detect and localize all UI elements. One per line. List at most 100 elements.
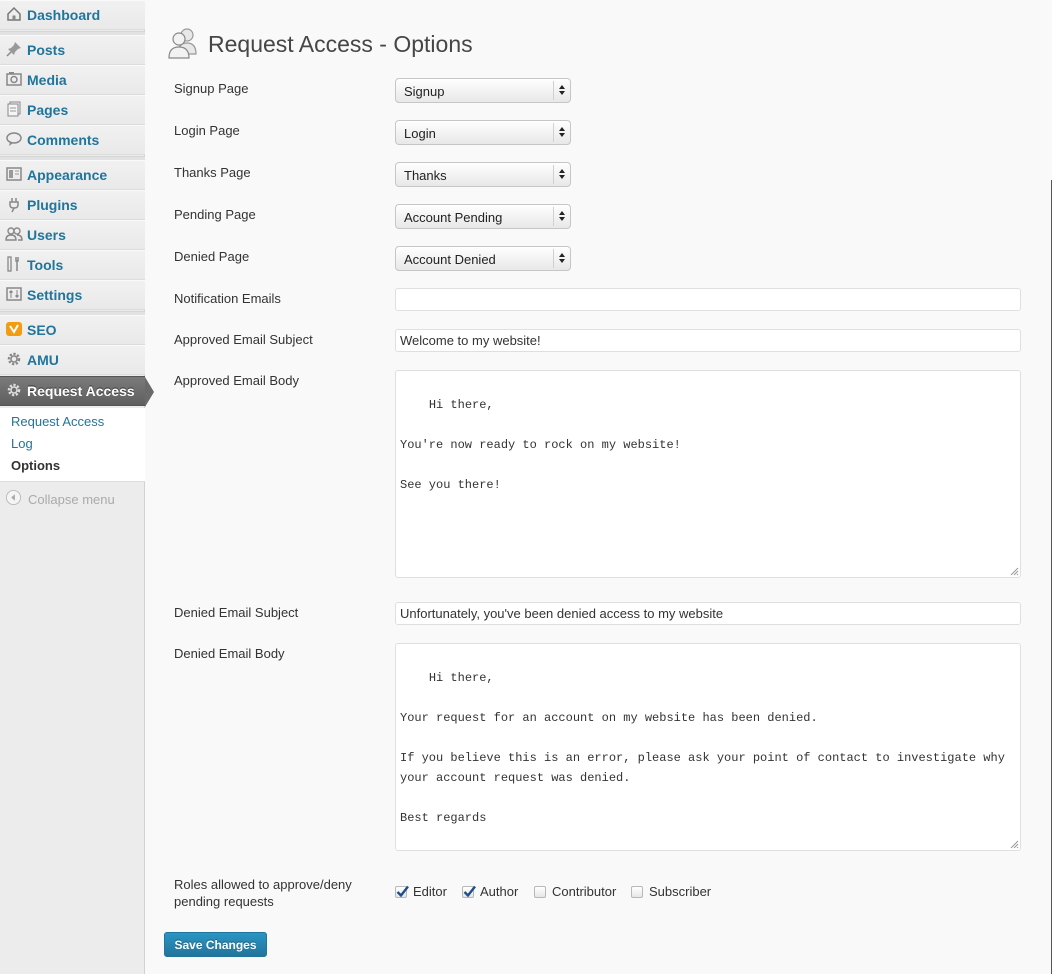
checkbox[interactable] [462, 885, 476, 898]
select-value: Login [404, 126, 436, 141]
menu-label: Posts [27, 42, 66, 58]
menu-item-settings[interactable]: Settings [0, 280, 145, 310]
denied-subject-label: Denied Email Subject [174, 605, 299, 620]
menu-item-plugins[interactable]: Plugins [0, 190, 145, 220]
checkbox-label: Subscriber [649, 884, 712, 899]
appearance-icon [5, 165, 23, 186]
menu-label: Plugins [27, 197, 78, 213]
menu-label: AMU [27, 352, 59, 368]
roles-label-line-2: pending requests [174, 894, 274, 909]
resize-grip-icon[interactable] [1010, 567, 1019, 576]
menu-item-dashboard[interactable]: Dashboard [0, 0, 145, 30]
denied-body-label: Denied Email Body [174, 646, 285, 661]
login-page-label: Login Page [174, 123, 240, 138]
thanks-page-select[interactable]: Thanks [395, 162, 571, 187]
signup-page-select[interactable]: Signup [395, 78, 571, 103]
approved-body-textarea[interactable]: Hi there, You're now ready to rock on my… [395, 370, 1021, 578]
checkbox[interactable] [395, 885, 409, 898]
textarea-content: Hi there, Your request for an account on… [400, 671, 1005, 825]
select-divider [553, 81, 554, 100]
submenu-item-options[interactable]: Options [11, 458, 60, 473]
select-divider [553, 123, 554, 142]
menu-label: Request Access [27, 383, 135, 399]
select-arrows-icon [559, 211, 565, 221]
select-arrows-icon [559, 253, 565, 263]
menu-label: Media [27, 72, 67, 88]
menu-label: SEO [27, 322, 57, 338]
resize-grip-icon[interactable] [1010, 840, 1019, 849]
menu-label: Tools [27, 257, 64, 273]
select-divider [553, 165, 554, 184]
notification-emails-label: Notification Emails [174, 291, 281, 306]
admin-sidebar: Dashboard Posts Media Pages Comments App… [0, 0, 154, 974]
select-arrows-icon [559, 169, 565, 179]
select-value: Signup [404, 84, 445, 99]
plug-icon [5, 195, 23, 216]
menu-item-comments[interactable]: Comments [0, 125, 145, 155]
denied-body-textarea[interactable]: Hi there, Your request for an account on… [395, 643, 1021, 851]
checkmark-icon [396, 885, 409, 897]
menu-item-amu[interactable]: AMU [0, 345, 145, 375]
menu-label: Settings [27, 287, 83, 303]
menu-item-seo[interactable]: SEO [0, 315, 145, 345]
pending-page-select[interactable]: Account Pending [395, 204, 571, 229]
role-checkbox-contributor[interactable]: Contributor [534, 884, 616, 899]
roles-label: Roles allowed to approve/deny pending re… [174, 876, 352, 910]
signup-page-label: Signup Page [174, 81, 249, 96]
approved-body-label: Approved Email Body [174, 373, 300, 388]
gear-icon [5, 381, 23, 402]
collapse-menu-button[interactable]: Collapse menu [5, 489, 115, 509]
login-page-select[interactable]: Login [395, 120, 571, 145]
menu-item-request-access[interactable]: Request Access [0, 376, 154, 407]
menu-item-pages[interactable]: Pages [0, 95, 145, 125]
menu-item-appearance[interactable]: Appearance [0, 160, 145, 190]
collapse-arrow-icon [5, 489, 22, 509]
select-divider [553, 207, 554, 226]
select-value: Account Denied [404, 252, 496, 267]
denied-page-select[interactable]: Account Denied [395, 246, 571, 271]
select-value: Thanks [404, 168, 447, 183]
menu-item-posts[interactable]: Posts [0, 35, 145, 65]
role-checkbox-editor[interactable]: Editor [395, 884, 447, 899]
submenu-item-request-access[interactable]: Request Access [11, 414, 104, 429]
menu-item-tools[interactable]: Tools [0, 250, 145, 280]
checkbox[interactable] [631, 885, 643, 898]
dashboard-icon [5, 5, 23, 26]
menu-label: Appearance [27, 167, 108, 183]
checkbox-label: Editor [413, 884, 447, 899]
tools-icon [5, 255, 23, 276]
comment-icon [5, 130, 23, 151]
role-checkbox-subscriber[interactable]: Subscriber [631, 884, 711, 899]
select-divider [553, 249, 554, 268]
checkbox-label: Author [480, 884, 519, 899]
roles-label-line-1: Roles allowed to approve/deny [174, 877, 352, 892]
collapse-menu-label: Collapse menu [28, 491, 115, 507]
page-header: Request Access - Options [166, 12, 473, 77]
select-value: Account Pending [404, 210, 503, 225]
checkbox-label: Contributor [552, 884, 617, 899]
request-access-submenu: Request Access Log Options [0, 408, 145, 482]
menu-label: Users [27, 227, 66, 243]
notification-emails-input[interactable] [395, 288, 1021, 311]
approved-subject-input[interactable]: Welcome to my website! [395, 329, 1021, 352]
select-arrows-icon [559, 85, 565, 95]
main-content: Request Access - Options Signup Page Sig… [146, 0, 1052, 974]
seo-icon [5, 320, 23, 341]
approved-subject-label: Approved Email Subject [174, 332, 313, 347]
menu-item-media[interactable]: Media [0, 65, 145, 95]
denied-subject-input[interactable]: Unfortunately, you've been denied access… [395, 602, 1021, 625]
media-icon [5, 70, 23, 91]
menu-label: Dashboard [27, 7, 101, 23]
menu-item-users[interactable]: Users [0, 220, 145, 250]
pages-icon [5, 100, 23, 121]
save-changes-button[interactable]: Save Changes [164, 932, 267, 957]
users-icon [5, 225, 23, 246]
page-title: Request Access - Options [208, 31, 473, 58]
role-checkbox-author[interactable]: Author [462, 884, 518, 899]
denied-page-label: Denied Page [174, 249, 250, 264]
settings-icon [5, 285, 23, 306]
textarea-content: Hi there, You're now ready to rock on my… [400, 398, 681, 492]
checkbox[interactable] [534, 885, 546, 898]
checkmark-icon [463, 885, 476, 897]
submenu-item-log[interactable]: Log [11, 436, 33, 451]
